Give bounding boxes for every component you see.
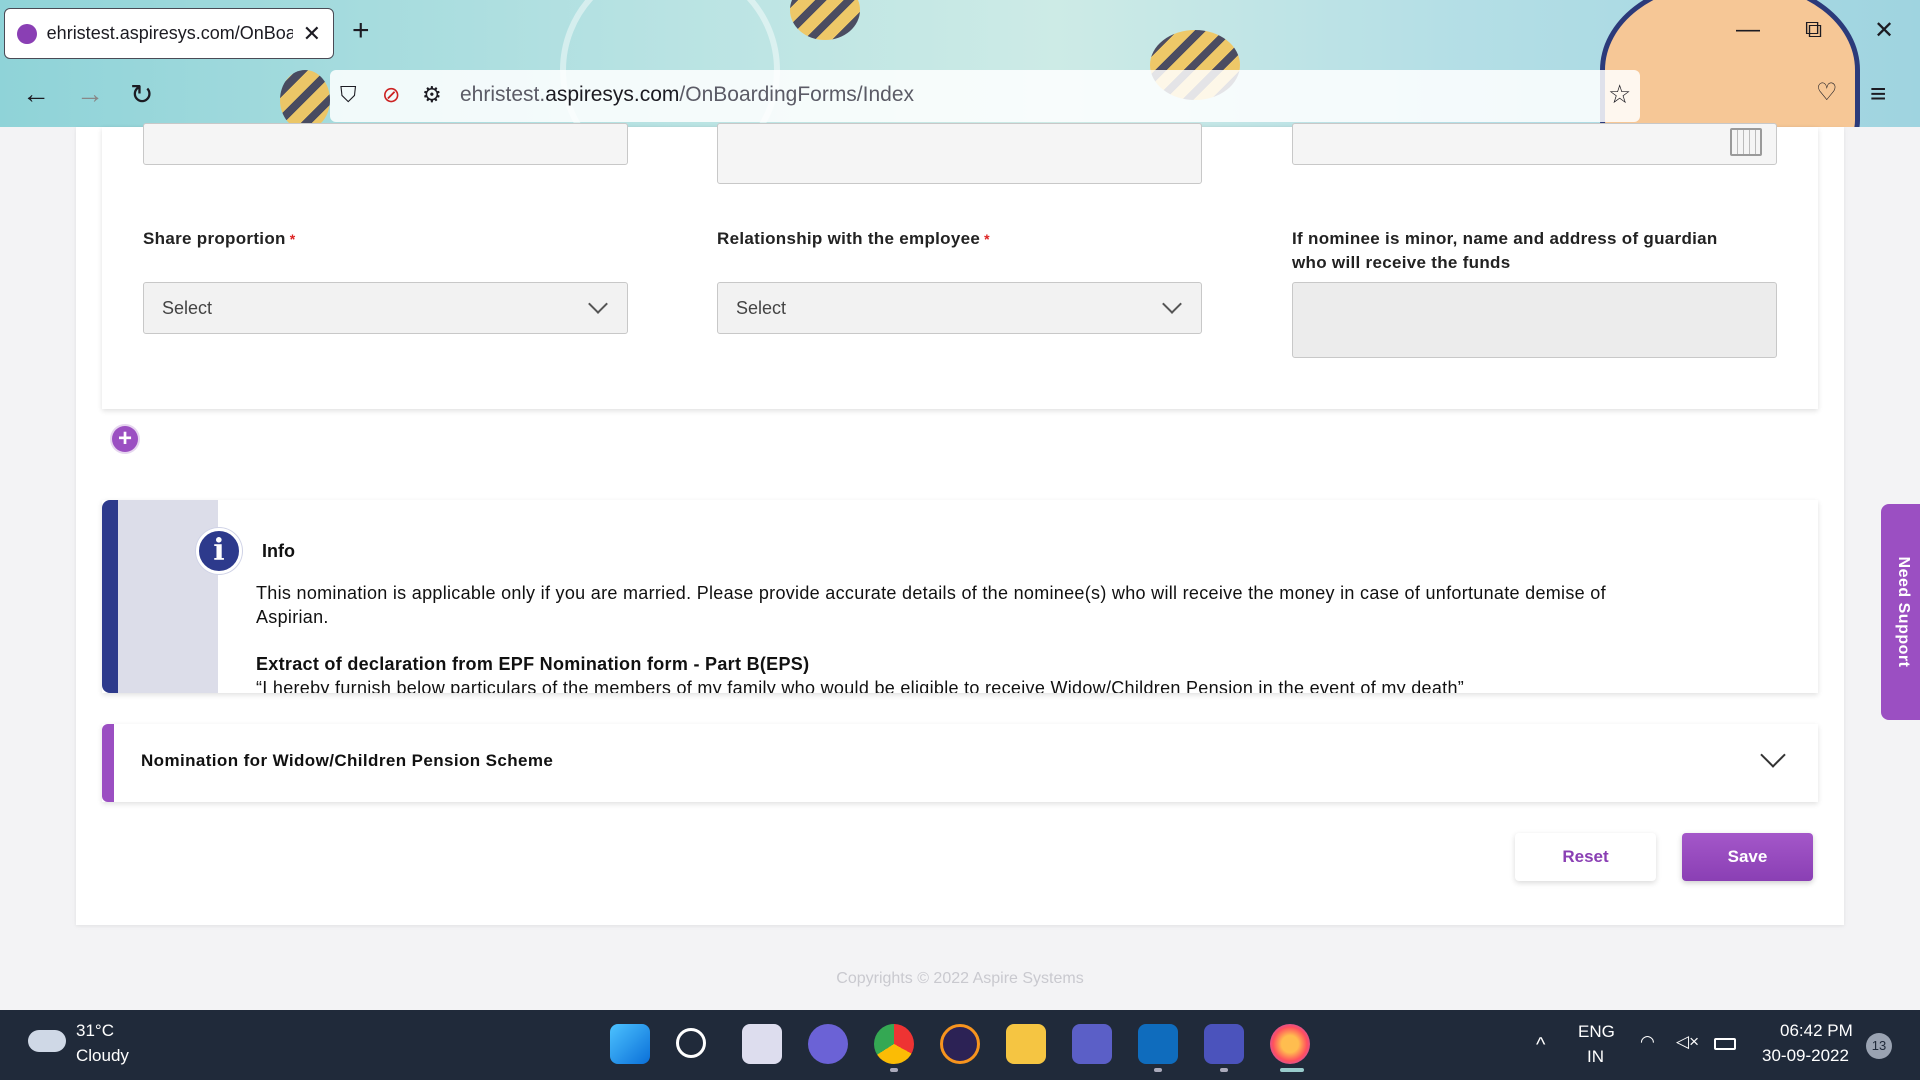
extract-quote: “I hereby furnish below particulars of t…: [256, 678, 1465, 693]
eclipse-icon[interactable]: [940, 1024, 980, 1064]
reset-button[interactable]: Reset: [1515, 833, 1656, 881]
tab-title: ehristest.aspiresys.com/OnBoar: [46, 23, 293, 43]
info-text-line: Aspirian.: [256, 607, 329, 627]
new-tab-button[interactable]: +: [352, 14, 370, 48]
teams-work-icon[interactable]: [1204, 1024, 1244, 1064]
copyright-footer: Copyrights © 2022 Aspire Systems: [836, 970, 1084, 987]
info-icon: i: [196, 528, 242, 574]
relationship-label: Relationship with the employee *: [717, 229, 990, 248]
widow-pension-accordion[interactable]: Nomination for Widow/Children Pension Sc…: [102, 724, 1818, 802]
reload-button[interactable]: ↻: [130, 78, 153, 111]
active-indicator: [1280, 1068, 1304, 1072]
teams-chat-icon[interactable]: [808, 1024, 848, 1064]
guardian-label: If nominee is minor, name and address of…: [1292, 229, 1718, 272]
running-indicator: [1154, 1068, 1162, 1072]
outlook-icon[interactable]: [1138, 1024, 1178, 1064]
navigation-bar: ← → ↻ ⛉ ⊘ ⚙ ehristest.aspiresys.com/OnBo…: [0, 66, 1920, 127]
info-text-line: This nomination is applicable only if yo…: [256, 583, 1606, 603]
language-indicator[interactable]: ENG: [1578, 1022, 1615, 1042]
browser-chrome: ehristest.aspiresys.com/OnBoar ✕ + — ⧉ ✕…: [0, 0, 1920, 127]
weather-temp[interactable]: 31°C: [76, 1021, 114, 1041]
url-text[interactable]: ehristest.aspiresys.com/OnBoardingForms/…: [460, 83, 914, 107]
guardian-input[interactable]: [1292, 282, 1777, 358]
extract-title: Extract of declaration from EPF Nominati…: [256, 654, 810, 674]
site-favicon-icon: [17, 23, 37, 44]
pocket-icon[interactable]: ♡: [1816, 78, 1838, 107]
search-icon[interactable]: [676, 1028, 706, 1058]
volume-muted-icon[interactable]: ◁×: [1676, 1032, 1699, 1052]
need-support-tab[interactable]: Need Support: [1881, 504, 1920, 720]
taskbar: 31°C Cloudy ^ ENG IN ◠ ◁× 06:42 PM 30-09…: [0, 1010, 1920, 1080]
accordion-title: Nomination for Widow/Children Pension Sc…: [141, 751, 554, 770]
page-content: Share proportion * Relationship with the …: [0, 123, 1920, 1010]
required-marker: *: [289, 231, 296, 247]
need-support-label: Need Support: [1895, 556, 1912, 668]
chevron-down-icon: [588, 294, 608, 314]
tab-close-icon[interactable]: ✕: [303, 21, 321, 47]
info-title: Info: [262, 541, 295, 561]
share-proportion-label: Share proportion *: [143, 229, 296, 248]
teams-icon[interactable]: [1072, 1024, 1112, 1064]
calendar-icon[interactable]: [1730, 128, 1762, 156]
accordion-accent-bar: [102, 724, 114, 802]
browser-tab[interactable]: ehristest.aspiresys.com/OnBoar ✕: [4, 8, 334, 59]
clock-time[interactable]: 06:42 PM: [1780, 1021, 1853, 1041]
language-region[interactable]: IN: [1587, 1047, 1604, 1067]
wifi-icon[interactable]: ◠: [1640, 1032, 1655, 1052]
save-button[interactable]: Save: [1682, 833, 1813, 881]
firefox-icon[interactable]: [1270, 1024, 1310, 1064]
chevron-down-icon[interactable]: [1760, 742, 1786, 768]
task-view-icon[interactable]: [742, 1024, 782, 1064]
running-indicator: [1220, 1068, 1228, 1072]
decor-bee: [790, 0, 860, 40]
cloud-icon[interactable]: [28, 1030, 66, 1052]
required-marker: *: [984, 231, 990, 247]
nominee-field-1[interactable]: [143, 123, 628, 165]
info-accent-bar: [102, 500, 118, 693]
nominee-card: Share proportion * Relationship with the …: [102, 123, 1818, 409]
info-side-pane: [118, 500, 218, 693]
info-panel: i Info This nomination is applicable onl…: [102, 500, 1818, 693]
relationship-select[interactable]: Select: [717, 282, 1202, 334]
battery-icon[interactable]: [1714, 1038, 1736, 1050]
date-field[interactable]: [1292, 123, 1777, 165]
close-window-button[interactable]: ✕: [1874, 16, 1894, 45]
notification-badge[interactable]: 13: [1866, 1033, 1892, 1059]
chevron-up-icon[interactable]: ^: [1536, 1034, 1545, 1057]
minimize-button[interactable]: —: [1736, 16, 1760, 44]
back-button[interactable]: ←: [22, 78, 50, 110]
add-nominee-button[interactable]: +: [112, 426, 138, 452]
weather-condition[interactable]: Cloudy: [76, 1046, 129, 1066]
bookmark-star-icon[interactable]: ☆: [1608, 79, 1631, 110]
file-explorer-icon[interactable]: [1006, 1024, 1046, 1064]
share-proportion-select[interactable]: Select: [143, 282, 628, 334]
forward-button[interactable]: →: [76, 78, 104, 110]
running-indicator: [890, 1068, 898, 1072]
insecure-lock-icon[interactable]: ⊘: [382, 82, 400, 108]
clock-date[interactable]: 30-09-2022: [1762, 1046, 1849, 1066]
address-bar[interactable]: ⛉ ⊘ ⚙ ehristest.aspiresys.com/OnBoarding…: [330, 70, 1640, 122]
shield-icon[interactable]: ⛉: [340, 82, 357, 108]
restore-button[interactable]: ⧉: [1805, 16, 1822, 44]
chrome-icon[interactable]: [874, 1024, 914, 1064]
menu-icon[interactable]: ≡: [1870, 78, 1886, 110]
chevron-down-icon: [1162, 294, 1182, 314]
permissions-icon[interactable]: ⚙: [422, 82, 442, 108]
windows-start-icon[interactable]: [610, 1024, 650, 1064]
nominee-field-2[interactable]: [717, 123, 1202, 184]
